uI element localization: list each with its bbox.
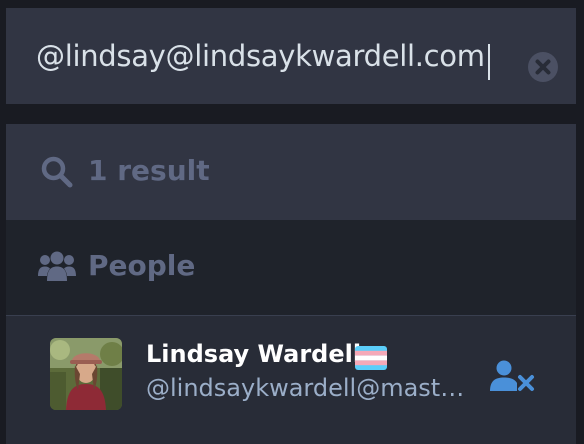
search-results: 1 result People Lindsay Wardell @lindsay…	[6, 124, 576, 444]
search-icon	[41, 156, 73, 188]
results-count-label: 1 result	[88, 154, 210, 187]
unfollow-button[interactable]	[490, 360, 536, 392]
account-display-name[interactable]: Lindsay Wardell	[146, 340, 361, 368]
clear-search-button[interactable]	[527, 51, 559, 83]
account-handle: @lindsaykwardell@mast…	[146, 374, 465, 402]
search-input[interactable]	[36, 30, 506, 82]
avatar-image	[50, 338, 122, 410]
search-panel-root: 1 result People	[0, 0, 584, 444]
times-circle-icon	[528, 52, 558, 82]
user-times-icon	[490, 360, 534, 391]
transgender-flag-icon	[355, 346, 387, 370]
people-section-label: People	[88, 249, 196, 282]
people-section-header: People	[6, 220, 576, 316]
results-count-header: 1 result	[6, 124, 576, 220]
text-caret	[488, 44, 490, 80]
account-result-row[interactable]: Lindsay Wardell @lindsaykwardell@mast…	[6, 316, 576, 444]
avatar[interactable]	[50, 338, 122, 410]
search-bar	[6, 8, 576, 104]
users-icon	[38, 251, 76, 281]
